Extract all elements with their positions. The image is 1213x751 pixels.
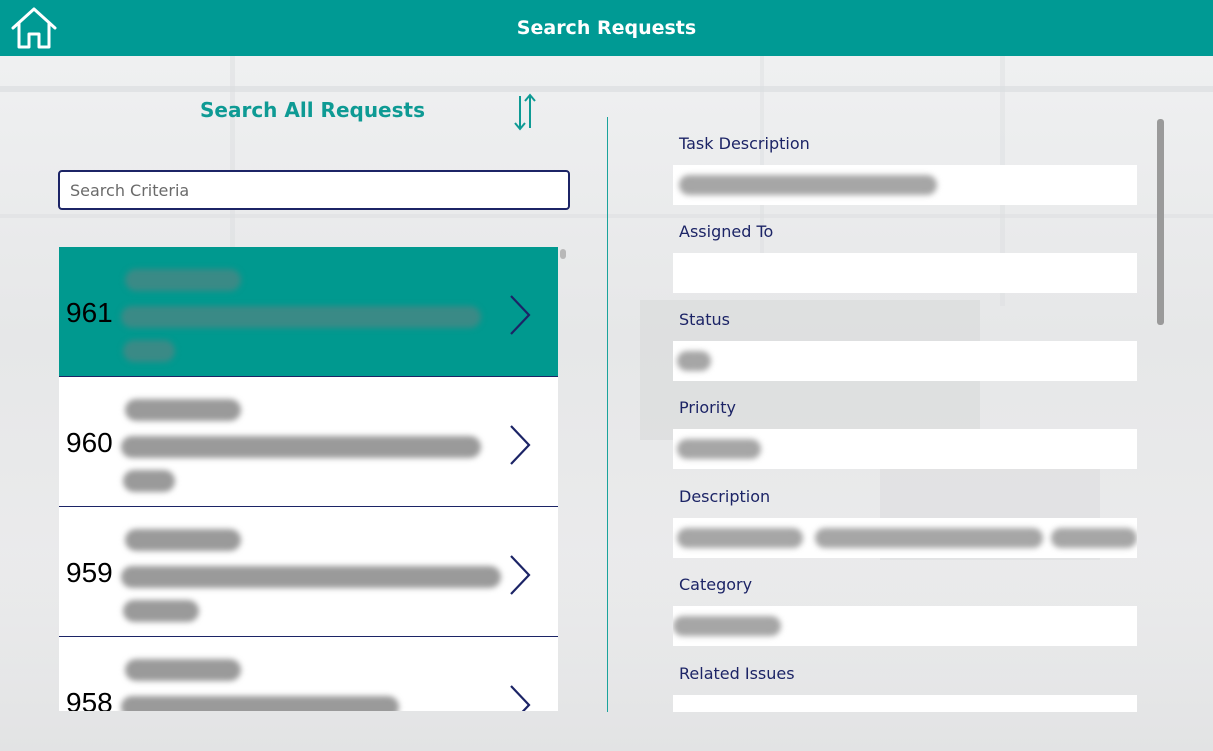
list-item[interactable]: 958: [59, 637, 558, 711]
redacted-text: [677, 528, 803, 548]
category-field: [673, 606, 1137, 646]
chevron-right-icon[interactable]: [507, 293, 533, 337]
redacted-text: [121, 566, 501, 588]
label-task-description: Task Description: [679, 134, 810, 153]
priority-field: [673, 429, 1137, 469]
search-all-title: Search All Requests: [200, 98, 425, 122]
label-priority: Priority: [679, 398, 736, 417]
redacted-text: [121, 436, 481, 458]
redacted-text: [125, 399, 241, 421]
app-header: Search Requests: [0, 0, 1213, 56]
request-id: 959: [66, 557, 113, 588]
label-assigned-to: Assigned To: [679, 222, 774, 241]
chevron-right-icon[interactable]: [507, 423, 533, 467]
list-scrollbar[interactable]: [560, 249, 566, 259]
label-category: Category: [679, 575, 753, 594]
label-description: Description: [679, 487, 771, 506]
request-id: 960: [66, 427, 113, 458]
list-item[interactable]: 960: [59, 377, 558, 507]
request-id: 961: [66, 297, 113, 328]
requests-list[interactable]: 961 960 959 958: [59, 247, 558, 711]
related-issues-field: [673, 695, 1137, 712]
redacted-text: [125, 529, 241, 551]
redacted-text: [679, 175, 937, 195]
redacted-text: [125, 659, 241, 681]
list-item[interactable]: 961: [59, 247, 558, 377]
redacted-text: [121, 696, 399, 711]
chevron-right-icon[interactable]: [507, 553, 533, 597]
description-field: [673, 518, 1137, 558]
redacted-text: [673, 616, 781, 636]
task-description-field: [673, 165, 1137, 205]
label-related-issues: Related Issues: [679, 664, 795, 683]
redacted-text: [121, 306, 481, 328]
page-title: Search Requests: [516, 17, 697, 39]
details-scrollbar[interactable]: [1157, 119, 1164, 325]
status-field: [673, 341, 1137, 381]
request-id: 958: [66, 687, 113, 711]
list-item[interactable]: 959: [59, 507, 558, 637]
redacted-text: [123, 470, 175, 492]
sort-arrows-icon[interactable]: [512, 92, 538, 132]
label-status: Status: [679, 310, 730, 329]
redacted-text: [677, 439, 761, 459]
search-input[interactable]: [58, 170, 570, 210]
chevron-right-icon[interactable]: [507, 683, 533, 711]
panel-divider: [607, 117, 608, 712]
assigned-to-field: [673, 253, 1137, 293]
redacted-text: [677, 351, 711, 371]
redacted-text: [123, 600, 199, 622]
redacted-text: [125, 269, 241, 291]
redacted-text: [1051, 528, 1137, 548]
redacted-text: [815, 528, 1043, 548]
redacted-text: [123, 340, 175, 362]
